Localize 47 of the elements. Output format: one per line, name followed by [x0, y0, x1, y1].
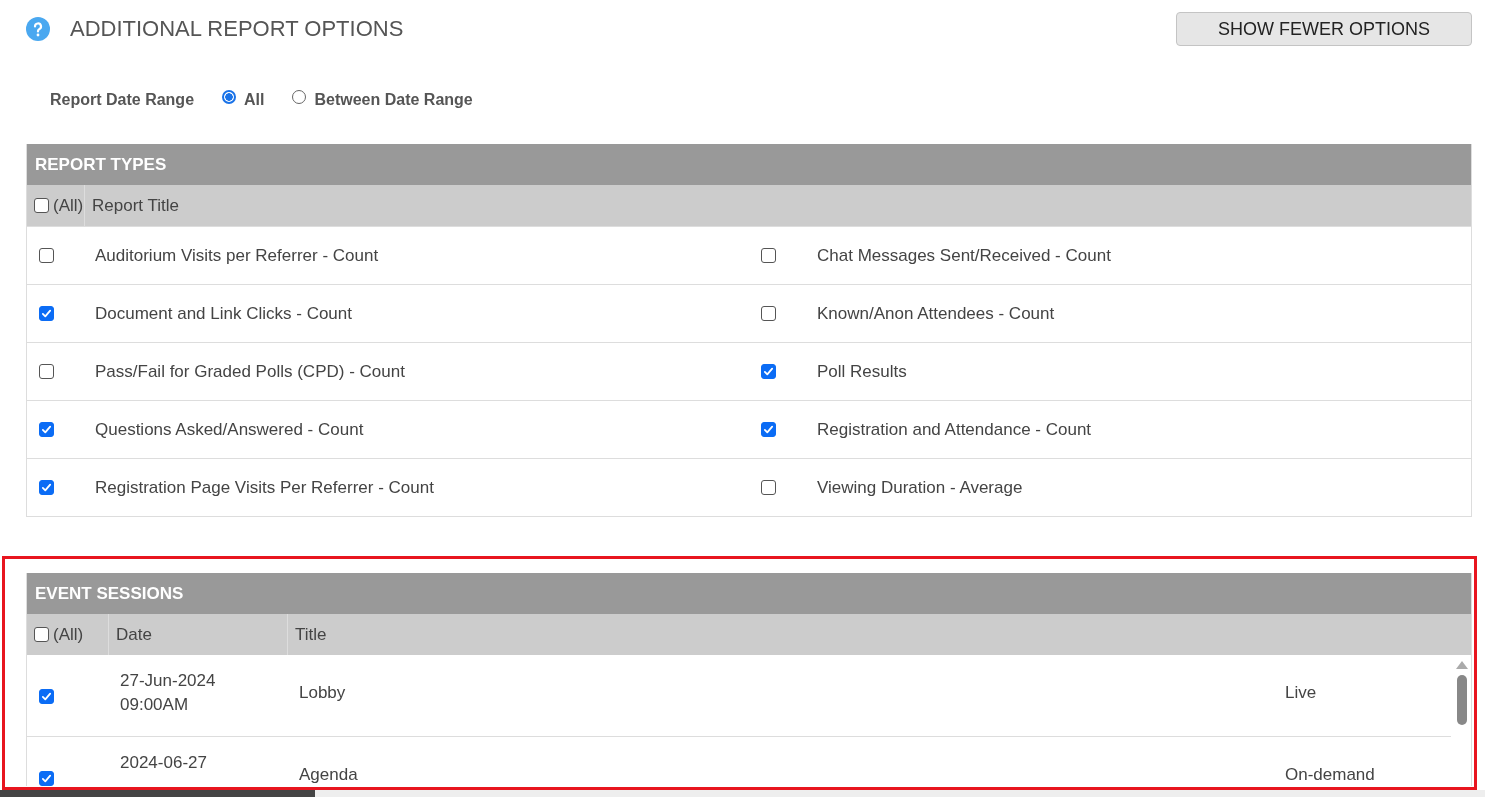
section-title: ADDITIONAL REPORT OPTIONS — [70, 16, 405, 42]
report-type-label[interactable]: Document and Link Clicks - Count — [95, 303, 352, 324]
table-cell-text: 27-Jun-2024 — [120, 670, 217, 692]
panel-header: EVENT SESSIONS — [27, 573, 1471, 614]
checkbox[interactable] — [39, 771, 54, 786]
table-cell: Live — [1285, 683, 1317, 702]
checkbox[interactable] — [761, 422, 776, 437]
checkbox[interactable] — [39, 364, 54, 379]
panel-header: REPORT TYPES — [27, 144, 1471, 185]
column-header: Report Title — [91, 194, 179, 217]
table-cell: Lobby — [299, 683, 346, 702]
checkbox[interactable] — [39, 689, 54, 704]
report-type-label[interactable]: Questions Asked/Answered - Count — [95, 419, 364, 440]
checkbox-label[interactable]: (All) — [53, 624, 84, 645]
report-type-label[interactable]: Viewing Duration - Average — [817, 477, 1023, 498]
report-type-label[interactable]: Known/Anon Attendees - Count — [817, 303, 1055, 324]
report-type-label[interactable]: Pass/Fail for Graded Polls (CPD) - Count — [95, 361, 405, 382]
report-type-label[interactable]: Poll Results — [817, 361, 907, 382]
column-header: Title — [294, 623, 328, 646]
table-cell-text: 2024-06-27 — [120, 752, 208, 774]
show-fewer-options-button[interactable]: SHOW FEWER OPTIONS — [1176, 12, 1472, 46]
table-cell-text: 09:00AM — [120, 694, 190, 716]
report-type-label[interactable]: Registration and Attendance - Count — [817, 419, 1092, 440]
report-type-label[interactable]: Auditorium Visits per Referrer - Count — [95, 245, 379, 266]
checkbox[interactable] — [39, 248, 54, 263]
checkbox[interactable] — [761, 306, 776, 321]
field-label: Report Date Range — [50, 91, 195, 109]
report-type-label[interactable]: Chat Messages Sent/Received - Count — [817, 245, 1111, 266]
checkbox[interactable] — [34, 627, 49, 642]
checkbox[interactable] — [39, 480, 54, 495]
checkbox[interactable] — [761, 364, 776, 379]
checkbox[interactable] — [34, 198, 49, 213]
table-cell: Agenda — [299, 765, 358, 784]
checkbox-label[interactable]: (All) — [53, 195, 84, 216]
radio-label[interactable]: All — [244, 91, 265, 109]
table-cell: On-demand — [1285, 765, 1375, 784]
checkbox[interactable] — [39, 422, 54, 437]
report-type-label[interactable]: Registration Page Visits Per Referrer - Count — [95, 477, 434, 498]
scrollbar[interactable] — [0, 790, 1485, 797]
column-header: Date — [109, 614, 288, 655]
checkbox[interactable] — [761, 480, 776, 495]
scrollbar-thumb[interactable] — [1457, 675, 1467, 725]
radio-label[interactable]: Between Date Range — [314, 91, 473, 109]
checkbox[interactable] — [39, 306, 54, 321]
help-icon[interactable] — [26, 17, 50, 41]
checkbox[interactable] — [761, 248, 776, 263]
radio-button[interactable] — [222, 90, 237, 104]
